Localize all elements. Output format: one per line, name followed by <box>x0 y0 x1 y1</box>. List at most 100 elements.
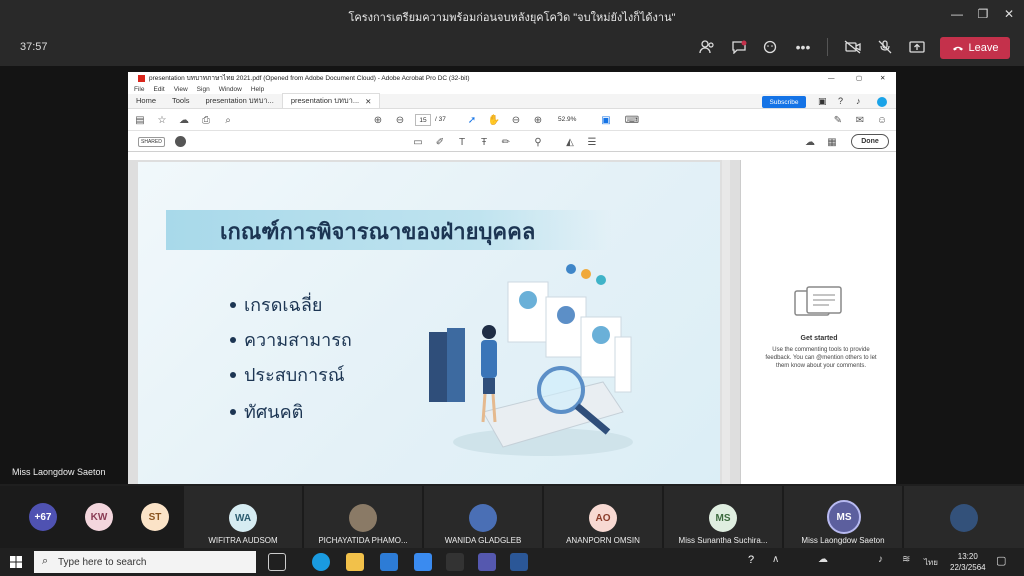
share-screen-button[interactable] <box>906 37 928 57</box>
tab-close-icon[interactable]: ✕ <box>365 97 371 106</box>
participant-avatar[interactable]: ST <box>141 503 169 531</box>
wifi-icon[interactable]: ≋ <box>902 554 910 565</box>
cloud-icon[interactable]: ☁ <box>804 136 816 148</box>
keyboard-icon[interactable]: ⌨ <box>625 114 639 126</box>
hand-tool-icon[interactable]: ✋ <box>488 114 500 126</box>
comment-bubble-icon[interactable]: ▣ <box>818 96 827 107</box>
zoom-search-icon[interactable]: ⌕ <box>222 114 234 126</box>
participants-button[interactable] <box>696 37 718 57</box>
save-icon[interactable]: ▤ <box>134 114 146 126</box>
page-down-icon[interactable]: ⊖ <box>394 114 406 126</box>
tab-tools[interactable]: Tools <box>164 93 198 108</box>
help-circle-icon[interactable]: ? <box>748 554 754 566</box>
taskbar-search-input[interactable]: ⌕ Type here to search <box>34 551 256 573</box>
acrobat-minimize-icon[interactable]: — <box>828 75 835 82</box>
comment-side-panel: Get started Use the commenting tools to … <box>740 160 896 484</box>
tab-document-2[interactable]: presentation บทบา... ✕ <box>281 93 381 108</box>
mail-app-icon[interactable] <box>380 553 398 571</box>
menu-window[interactable]: Window <box>219 86 242 93</box>
cloud-upload-icon[interactable]: ☁ <box>178 114 190 126</box>
bullet-text: ประสบการณ์ <box>244 365 345 385</box>
mic-off-icon <box>878 40 892 54</box>
review-icon[interactable]: ▦ <box>826 136 838 148</box>
mic-toggle-button[interactable] <box>874 37 896 57</box>
zoom-in-icon[interactable]: ⊕ <box>532 114 544 126</box>
menu-help[interactable]: Help <box>251 86 264 93</box>
windows-start-icon[interactable] <box>10 556 22 568</box>
menu-file[interactable]: File <box>134 86 144 93</box>
participant-avatar[interactable]: KW <box>85 503 113 531</box>
volume-icon[interactable]: ♪ <box>878 554 883 565</box>
edit-sign-icon[interactable]: ✎ <box>832 114 844 126</box>
subscribe-button[interactable]: Subscribe <box>762 96 806 108</box>
bookmark-star-icon[interactable]: ☆ <box>156 114 168 126</box>
participant-tile[interactable]: PICHAYATIDA PHAMO... <box>304 486 422 548</box>
participant-tile[interactable]: MS Miss Sunantha Suchira... <box>664 486 782 548</box>
camera-toggle-button[interactable] <box>842 37 864 57</box>
zoom-out-icon[interactable]: ⊖ <box>510 114 522 126</box>
input-language[interactable]: ไทย <box>924 556 938 569</box>
word-icon[interactable] <box>510 553 528 571</box>
participant-tile[interactable]: MS Miss Laongdow Saeton <box>784 486 902 548</box>
slide-bullet: เกรดเฉลี่ย <box>230 290 322 319</box>
participant-tile[interactable]: WANIDA GLADGLEB <box>424 486 542 548</box>
acrobat-close-icon[interactable]: ✕ <box>880 74 885 82</box>
vertical-scrollbar[interactable] <box>722 160 730 484</box>
file-explorer-icon[interactable] <box>346 553 364 571</box>
leave-button[interactable]: Leave <box>940 37 1010 59</box>
help-icon[interactable]: ? <box>838 96 843 106</box>
draw-pencil-icon[interactable]: ✏ <box>500 136 512 148</box>
system-clock[interactable]: 13:20 22/3/2564 <box>950 551 986 573</box>
menu-sign[interactable]: Sign <box>197 86 210 93</box>
self-view-tile[interactable] <box>904 486 1024 548</box>
acrobat-title-bar: presentation บทบาทภาษาไทย 2021.pdf (Open… <box>128 72 896 84</box>
more-participants-button[interactable]: +67 <box>29 503 57 531</box>
done-button[interactable]: Done <box>851 134 889 149</box>
dropbox-icon[interactable] <box>414 553 432 571</box>
pinned-app-icon[interactable] <box>446 553 464 571</box>
document-viewport[interactable]: เกณฑ์การพิจารณาของฝ่ายบุคคล เกรดเฉลี่ย ค… <box>128 160 740 484</box>
text-box-icon[interactable]: Ŧ <box>478 136 490 148</box>
zoom-level[interactable]: 52.9% <box>558 116 576 123</box>
participant-name: PICHAYATIDA PHAMO... <box>318 536 408 545</box>
print-icon[interactable]: ⎙ <box>200 114 212 126</box>
reactions-button[interactable] <box>760 37 782 57</box>
page-total: / 37 <box>435 116 446 123</box>
fill-bucket-icon[interactable]: ◭ <box>564 136 576 148</box>
more-actions-icon[interactable]: ••• <box>792 37 814 57</box>
onedrive-icon[interactable]: ☁ <box>818 554 828 565</box>
account-avatar-icon[interactable] <box>877 97 887 107</box>
acrobat-maximize-icon[interactable]: ▢ <box>856 74 862 82</box>
participant-tile[interactable]: AO ANANPORN OMSIN <box>544 486 662 548</box>
user-avatar-icon[interactable] <box>175 136 186 147</box>
add-person-icon[interactable]: ☺ <box>876 114 888 126</box>
sticky-note-icon[interactable]: ▭ <box>412 136 424 148</box>
menu-edit[interactable]: Edit <box>153 86 164 93</box>
participant-name: ANANPORN OMSIN <box>566 536 640 545</box>
task-view-icon[interactable] <box>268 553 286 571</box>
page-up-icon[interactable]: ⊕ <box>372 114 384 126</box>
mail-icon[interactable]: ✉ <box>854 114 866 126</box>
participant-name: WANIDA GLADGLEB <box>444 536 522 545</box>
tab-document-1[interactable]: presentation บทบา... <box>198 93 282 108</box>
pin-icon[interactable]: ⚲ <box>532 136 544 148</box>
slide-bullet: ความสามารถ <box>230 325 352 354</box>
tab-home[interactable]: Home <box>128 93 164 108</box>
participant-tile[interactable]: WA WIFITRA AUDSOM <box>184 486 302 548</box>
page-fit-icon[interactable]: ▣ <box>600 114 612 126</box>
close-window-button[interactable]: ✕ <box>992 0 1024 28</box>
notification-icon[interactable]: ▢ <box>996 554 1006 567</box>
acrobat-window: presentation บทบาทภาษาไทย 2021.pdf (Open… <box>128 72 896 484</box>
edge-icon[interactable] <box>312 553 330 571</box>
highlight-pen-icon[interactable]: ✐ <box>434 136 446 148</box>
select-cursor-icon[interactable]: ➚ <box>466 114 478 126</box>
window-title: โครงการเตรียมความพร้อมก่อนจบหลังยุคโควิด… <box>348 12 676 24</box>
page-number-input[interactable]: 15 <box>415 114 431 126</box>
tray-chevron-icon[interactable]: ∧ <box>772 554 779 565</box>
menu-view[interactable]: View <box>174 86 188 93</box>
text-tool-icon[interactable]: T <box>456 136 468 148</box>
teams-icon[interactable] <box>478 553 496 571</box>
lines-icon[interactable]: ☰ <box>586 136 598 148</box>
bell-icon[interactable]: ♪ <box>856 96 861 106</box>
chat-button[interactable] <box>728 37 750 57</box>
